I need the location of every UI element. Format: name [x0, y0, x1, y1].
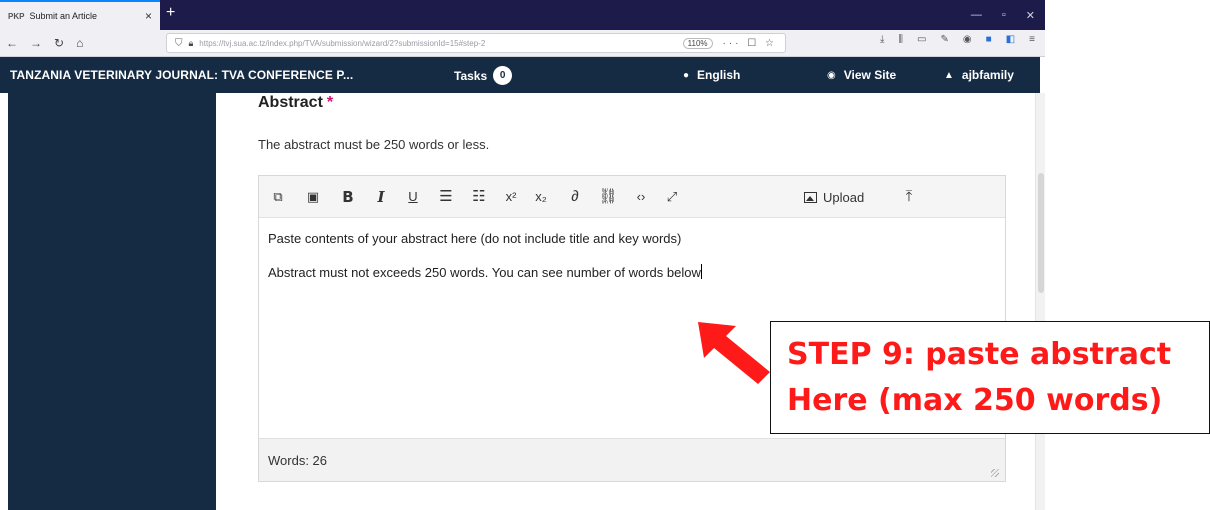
- download-icon[interactable]: ⤓: [880, 34, 884, 45]
- bold-icon[interactable]: B: [340, 187, 356, 207]
- user-menu[interactable]: ▲ ajbfamily: [944, 68, 1014, 82]
- code-icon[interactable]: ‹›: [631, 187, 651, 207]
- maximize-icon[interactable]: ▫: [1002, 9, 1006, 21]
- paste-icon[interactable]: ▣: [304, 187, 322, 207]
- sidebar: [8, 93, 216, 510]
- eye-icon: ◉: [827, 69, 836, 81]
- upload-icon[interactable]: ⤒: [899, 187, 919, 207]
- annotation-line: Here (max 250 words): [787, 383, 1163, 418]
- lock-icon[interactable]: 🔒︎: [189, 38, 194, 49]
- new-tab-icon[interactable]: +: [166, 4, 175, 22]
- editor-status-bar: Words: 26: [259, 438, 1005, 481]
- tab-favicon: PKP: [8, 11, 25, 21]
- extension-icon[interactable]: ■: [986, 34, 992, 45]
- scrollbar-thumb[interactable]: [1038, 173, 1044, 293]
- bullet-list-icon[interactable]: ☰: [436, 187, 456, 207]
- reload-icon[interactable]: ↻: [54, 36, 64, 50]
- unlink-icon[interactable]: ⛓: [598, 187, 618, 207]
- upload-button[interactable]: Upload: [804, 187, 864, 207]
- back-icon[interactable]: ←: [6, 36, 18, 50]
- tab-title: Submit an Article: [29, 11, 97, 21]
- editor-line: Paste contents of your abstract here (do…: [268, 231, 682, 246]
- browser-toolbar-icons: ⤓ ⫼ ▭ ✎ ◉ ■ ◧ ≡: [880, 34, 1035, 45]
- main-content: Abstract * The abstract must be 250 words…: [216, 93, 1035, 510]
- extension-icon[interactable]: ✎: [940, 34, 948, 45]
- extension-icon[interactable]: ◉: [963, 34, 972, 45]
- app-header: TANZANIA VETERINARY JOURNAL: TVA CONFERE…: [0, 57, 1040, 93]
- resize-handle[interactable]: [991, 469, 999, 477]
- image-icon: [804, 191, 817, 203]
- fullscreen-icon[interactable]: ⤢: [662, 187, 682, 207]
- tasks-label: Tasks: [454, 68, 488, 83]
- editor-toolbar: ⧉ ▣ B I U ☰ ☷ x² x₂ ∂ ⛓ ‹› ⤢ Upload ⤒: [259, 176, 1005, 218]
- text-cursor: [700, 264, 702, 279]
- window-controls: — ▫ ✕: [971, 0, 1045, 30]
- page-actions[interactable]: ··· ☐ ☆: [723, 38, 777, 49]
- tasks-button[interactable]: Tasks 0: [454, 66, 513, 85]
- browser-tab-strip: PKP Submit an Article × + — ▫ ✕: [0, 0, 1045, 30]
- url-text: https://tvj.sua.ac.tz/index.php/TVA/subm…: [199, 38, 486, 48]
- extension-icon[interactable]: ◧: [1006, 34, 1015, 45]
- annotation-callout: STEP 9: paste abstract Here (max 250 wor…: [770, 321, 1210, 434]
- abstract-label-text: Abstract: [258, 94, 323, 111]
- abstract-label: Abstract *: [258, 94, 333, 112]
- globe-icon: ●: [683, 69, 690, 81]
- url-bar[interactable]: ⛉ 🔒︎ https://tvj.sua.ac.tz/index.php/TVA…: [166, 33, 786, 53]
- tasks-count-badge: 0: [493, 66, 513, 85]
- language-menu[interactable]: ● English: [683, 68, 740, 82]
- editor-line-text: Abstract must not exceeds 250 words. You…: [268, 265, 701, 280]
- view-site-label: View Site: [843, 68, 897, 82]
- underline-icon[interactable]: U: [405, 187, 421, 207]
- close-window-icon[interactable]: ✕: [1026, 9, 1035, 22]
- editor-line: Abstract must not exceeds 250 words. You…: [268, 264, 996, 280]
- home-icon[interactable]: ⌂: [76, 36, 83, 50]
- link-icon[interactable]: ∂: [565, 187, 585, 207]
- shield-icon[interactable]: ⛉: [175, 38, 183, 49]
- abstract-description: The abstract must be 250 words or less.: [258, 137, 490, 152]
- minimize-icon[interactable]: —: [971, 9, 982, 21]
- callout-arrow-icon: [698, 322, 770, 384]
- language-label: English: [697, 68, 741, 82]
- copy-icon[interactable]: ⧉: [269, 187, 287, 207]
- menu-icon[interactable]: ≡: [1029, 34, 1035, 45]
- annotation-line: STEP 9: paste abstract: [787, 337, 1172, 372]
- sidebar-icon[interactable]: ▭: [917, 34, 926, 45]
- page-scrollbar[interactable]: [1035, 93, 1045, 510]
- numbered-list-icon[interactable]: ☷: [469, 187, 489, 207]
- screenshot-stage: PKP Submit an Article × + — ▫ ✕ ← → ↻ ⌂ …: [0, 0, 1210, 510]
- library-icon[interactable]: ⫼: [898, 34, 903, 45]
- tab-close-icon[interactable]: ×: [145, 9, 152, 23]
- view-site-link[interactable]: ◉ View Site: [827, 68, 896, 82]
- italic-icon[interactable]: I: [373, 187, 389, 207]
- required-mark: *: [326, 94, 334, 111]
- forward-icon[interactable]: →: [30, 36, 42, 50]
- browser-tab[interactable]: PKP Submit an Article ×: [0, 0, 160, 30]
- user-name: ajbfamily: [961, 68, 1014, 82]
- journal-title[interactable]: TANZANIA VETERINARY JOURNAL: TVA CONFERE…: [10, 68, 353, 82]
- subscript-icon[interactable]: x₂: [532, 187, 550, 207]
- superscript-icon[interactable]: x²: [502, 187, 520, 207]
- word-count: Words: 26: [268, 453, 328, 468]
- upload-label: Upload: [823, 189, 865, 205]
- user-icon: ▲: [944, 69, 954, 81]
- zoom-badge[interactable]: 110%: [682, 37, 713, 49]
